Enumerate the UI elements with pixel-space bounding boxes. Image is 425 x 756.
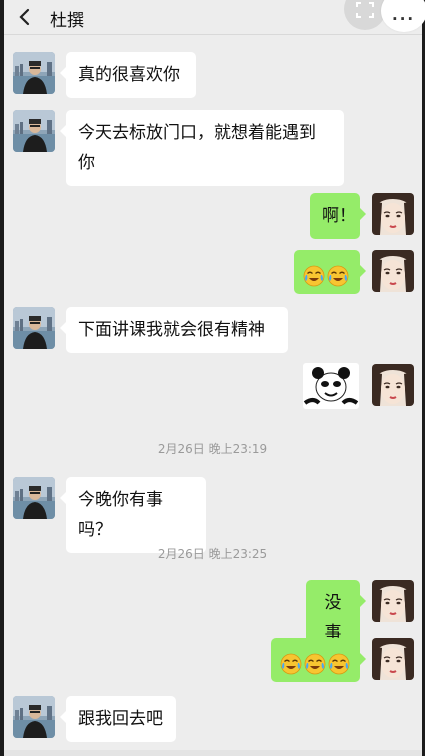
my-avatar[interactable] <box>372 638 414 680</box>
message-bubble-received[interactable]: 今天去标放门口，就想着能遇到你 <box>60 110 344 186</box>
contact-avatar[interactable] <box>13 110 55 152</box>
contact-avatar[interactable] <box>13 696 55 738</box>
my-avatar[interactable] <box>372 580 414 622</box>
input-bar-edge <box>4 750 422 756</box>
expand-icon <box>356 2 374 18</box>
message-bubble-sent-emoji[interactable] <box>294 250 366 294</box>
panda-meme-sticker[interactable] <box>303 363 359 409</box>
message-bubble-received[interactable]: 今晚你有事吗？ <box>60 477 206 553</box>
my-avatar[interactable] <box>372 193 414 235</box>
laugh-cry-emoji-icon <box>328 653 350 675</box>
contact-avatar[interactable] <box>13 307 55 349</box>
more-dots-icon: ··· <box>392 10 416 28</box>
message-bubble-received[interactable]: 真的很喜欢你 <box>60 52 196 98</box>
laugh-cry-emoji-icon <box>304 653 326 675</box>
message-bubble-received[interactable]: 跟我回去吧 <box>60 696 176 742</box>
contact-avatar[interactable] <box>13 477 55 519</box>
timestamp: 2月26日 晚上23:19 <box>157 442 268 456</box>
chat-title: 杜撰 <box>50 11 84 31</box>
more-button[interactable]: ··· <box>381 0 425 32</box>
window-frame-left <box>0 0 4 756</box>
back-arrow-icon[interactable] <box>16 8 34 26</box>
my-avatar[interactable] <box>372 364 414 406</box>
chat-header: 杜撰 ··· <box>4 0 425 35</box>
message-bubble-sent[interactable]: 啊！ <box>310 193 366 239</box>
panda-face-icon <box>303 367 359 405</box>
timestamp: 2月26日 晚上23:25 <box>157 547 268 561</box>
my-avatar[interactable] <box>372 250 414 292</box>
laugh-cry-emoji-icon <box>303 265 325 287</box>
contact-avatar[interactable] <box>13 52 55 94</box>
message-bubble-received[interactable]: 下面讲课我就会很有精神 <box>60 307 288 353</box>
laugh-cry-emoji-icon <box>280 653 302 675</box>
message-bubble-sent-emoji[interactable] <box>271 638 366 682</box>
laugh-cry-emoji-icon <box>327 265 349 287</box>
fullscreen-button[interactable] <box>344 0 386 30</box>
